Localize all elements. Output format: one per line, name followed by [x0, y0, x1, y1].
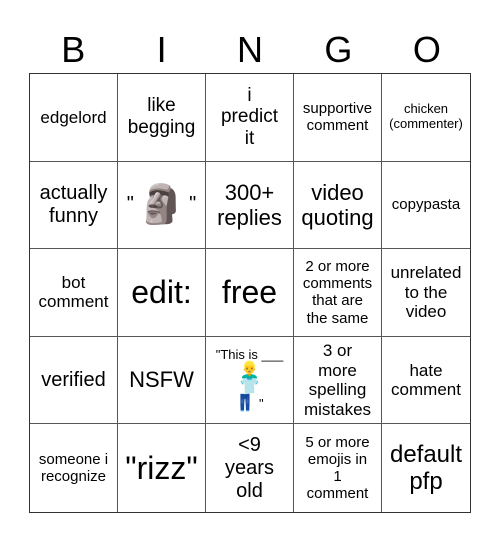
person-icon: 👱‍♂️	[239, 361, 260, 379]
bingo-cell[interactable]: like begging	[118, 74, 206, 162]
bingo-cell[interactable]: NSFW	[118, 336, 206, 425]
quote-mark: "	[189, 193, 197, 216]
bingo-cell[interactable]: edit:	[118, 249, 206, 337]
header-letter-n: N	[237, 29, 264, 70]
header-letter-b: B	[61, 29, 86, 70]
bingo-cell[interactable]: verified	[30, 336, 118, 425]
shirt-icon: 👕	[239, 378, 260, 396]
bingo-cell[interactable]: 5 or more emojis in 1 comment	[294, 424, 382, 512]
bingo-cell[interactable]: supportive comment	[294, 74, 382, 162]
quote-mark: "	[126, 193, 134, 216]
moai-icon: 🗿	[137, 183, 186, 226]
bingo-cell-moai[interactable]: " 🗿 "	[118, 161, 206, 250]
bingo-grid: edgelord like begging i predict it suppo…	[29, 73, 471, 513]
header-letter-i: I	[156, 29, 167, 70]
jeans-icon: 👖	[235, 395, 256, 413]
bingo-cell[interactable]: 2 or more comments that are the same	[294, 249, 382, 337]
bingo-cell[interactable]: bot comment	[30, 249, 118, 337]
this-is-text: "This is ___	[215, 347, 284, 363]
bingo-cell[interactable]: free	[206, 249, 294, 337]
header-letter-o: O	[412, 29, 441, 70]
bingo-cell[interactable]: default pfp	[382, 424, 470, 512]
bingo-cell[interactable]: someone i recognize	[30, 424, 118, 512]
bingo-cell[interactable]: video quoting	[294, 161, 382, 250]
bingo-cell-this-is[interactable]: "This is ___ 👱‍♂️ 👕 👖 "	[206, 336, 294, 425]
bingo-cell[interactable]: edgelord	[30, 74, 118, 162]
bingo-header: B I N G O	[29, 28, 471, 72]
quote-mark: "	[258, 396, 264, 412]
bingo-cell[interactable]: "rizz"	[118, 424, 206, 512]
bingo-cell[interactable]: 3 or more spelling mistakes	[294, 336, 382, 425]
bingo-cell[interactable]: i predict it	[206, 74, 294, 162]
header-letter-g: G	[324, 29, 353, 70]
bingo-cell[interactable]: chicken (commenter)	[382, 74, 470, 162]
bingo-cell[interactable]: hate comment	[382, 337, 470, 425]
bingo-cell[interactable]: unrelated to the video	[382, 249, 470, 337]
bingo-cell[interactable]: 300+ replies	[206, 161, 294, 250]
bingo-cell[interactable]: actually funny	[30, 161, 118, 250]
bingo-cell[interactable]: <9 years old	[206, 424, 294, 512]
bingo-cell[interactable]: copypasta	[382, 162, 470, 250]
